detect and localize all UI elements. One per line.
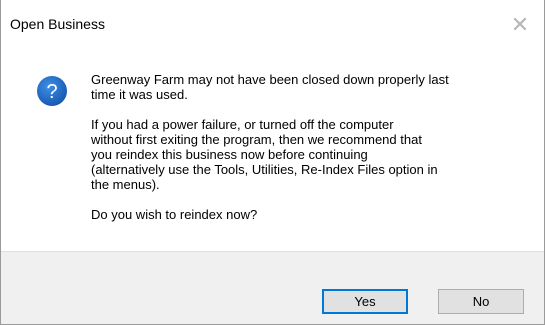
title-bar[interactable]: Open Business ✕	[1, 7, 544, 43]
button-bar: Yes No	[1, 251, 544, 324]
message-paragraph-2: If you had a power failure, or turned of…	[91, 117, 438, 192]
question-icon: ?	[37, 76, 67, 106]
background-window-edge	[1, 0, 544, 7]
dialog-content: ? Greenway Farm may not have been closed…	[1, 43, 544, 251]
message-paragraph-1: Greenway Farm may not have been closed d…	[91, 72, 449, 102]
message-text: Greenway Farm may not have been closed d…	[91, 72, 536, 237]
message-paragraph-3: Do you wish to reindex now?	[91, 207, 258, 222]
no-button[interactable]: No	[438, 289, 524, 314]
yes-button[interactable]: Yes	[322, 289, 408, 314]
open-business-dialog: Open Business ✕ ? Greenway Farm may not …	[0, 0, 545, 325]
svg-text:?: ?	[46, 81, 57, 103]
close-icon[interactable]: ✕	[508, 13, 532, 37]
dialog-title: Open Business	[10, 16, 105, 32]
